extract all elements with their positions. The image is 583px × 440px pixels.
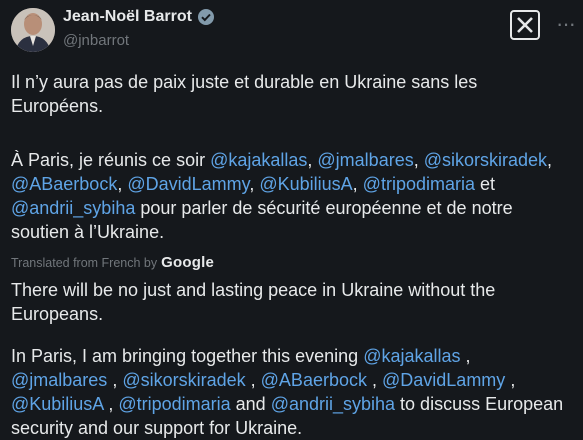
mention-link[interactable]: @tripodimaria: [118, 394, 230, 414]
mention-link[interactable]: @andrii_sybiha: [271, 394, 395, 414]
tweet-text-translated-p2: In Paris, I am bringing together this ev…: [11, 346, 564, 438]
avatar[interactable]: [11, 8, 55, 52]
tweet-text-translated-p1: There will be no just and lasting peace …: [11, 280, 496, 324]
mention-link[interactable]: @sikorskiradek: [122, 370, 245, 390]
verified-badge-icon: [197, 8, 215, 26]
mention-link[interactable]: @jmalbares: [317, 150, 413, 170]
mention-link[interactable]: @ABaerbock: [261, 370, 367, 390]
mention-link[interactable]: @KubiliusA: [259, 174, 352, 194]
mention-link[interactable]: @andrii_sybiha: [11, 198, 135, 218]
translation-label: Translated from French by Google: [11, 254, 214, 271]
mention-link[interactable]: @DavidLammy: [382, 370, 505, 390]
author-name[interactable]: Jean-Noël Barrot: [63, 8, 192, 26]
mention-link[interactable]: @kajakallas: [210, 150, 307, 170]
mention-link[interactable]: @sikorskiradek: [424, 150, 547, 170]
mention-link[interactable]: @jmalbares: [11, 370, 107, 390]
x-logo-icon[interactable]: [510, 10, 540, 40]
author-handle[interactable]: @jnbarrot: [63, 32, 129, 49]
mention-link[interactable]: @tripodimaria: [363, 174, 475, 194]
tweet-text-original-p1: Il n’y aura pas de paix juste et durable…: [11, 72, 478, 116]
mention-link[interactable]: @KubiliusA: [11, 394, 103, 414]
mention-link[interactable]: @ABaerbock: [11, 174, 117, 194]
mention-link[interactable]: @DavidLammy: [127, 174, 249, 194]
more-options-icon[interactable]: ···: [556, 13, 576, 35]
google-logo: Google: [161, 254, 214, 271]
tweet-text-original-p2: À Paris, je réunis ce soir @kajakallas, …: [11, 150, 553, 242]
mention-link[interactable]: @kajakallas: [363, 346, 460, 366]
